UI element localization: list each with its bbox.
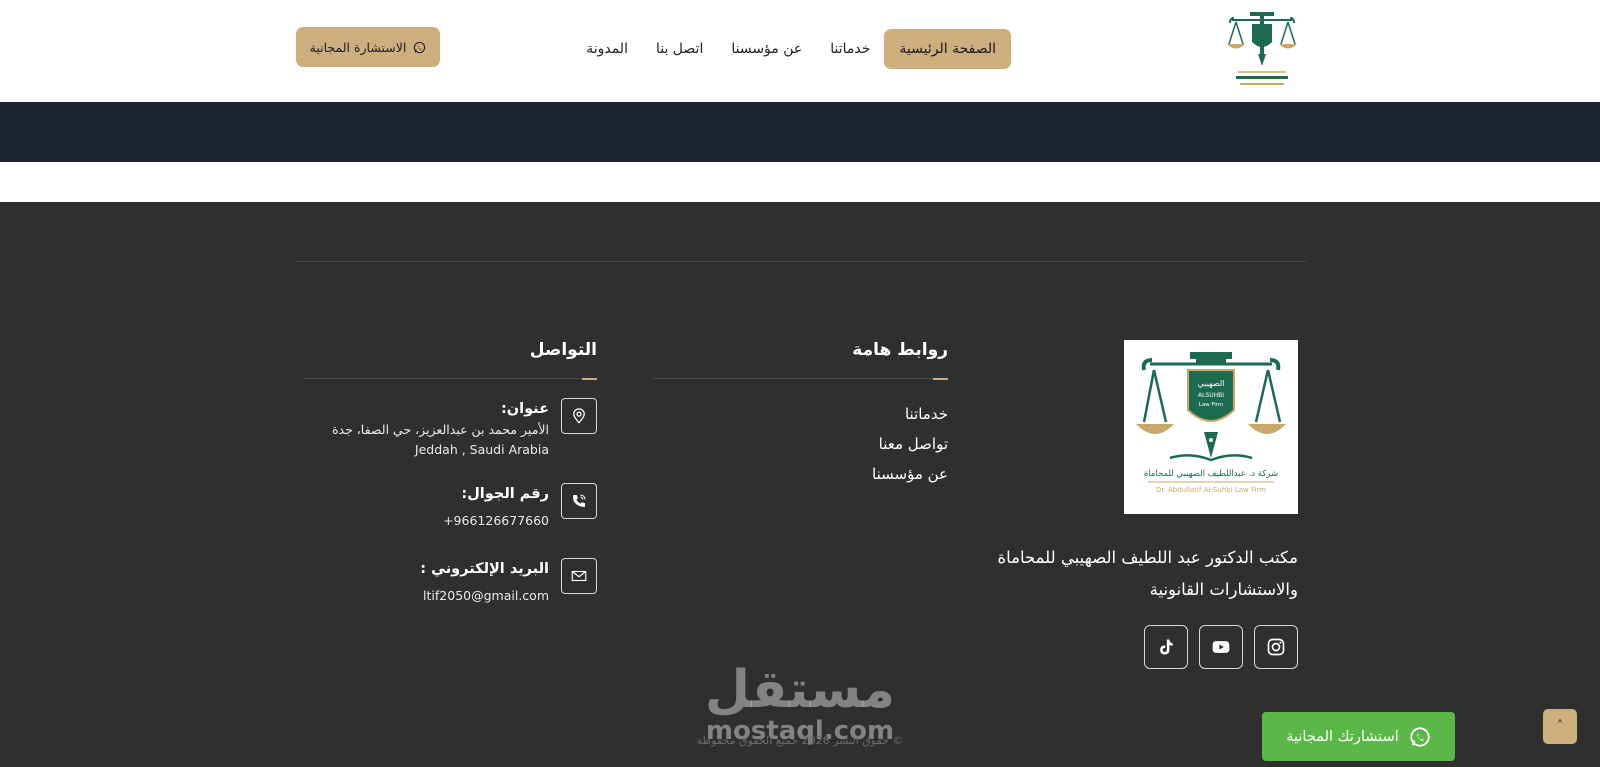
links-divider (653, 378, 948, 379)
site-logo[interactable] (1226, 10, 1298, 90)
contact-divider (303, 378, 597, 379)
contact-address: عنوان: الأمير محمد بن عبدالعزيز، حي الصف… (332, 398, 597, 460)
link-contact-us[interactable]: تواصل معنا (872, 429, 948, 459)
mostaql-watermark: مستقل mostaql.com (700, 662, 900, 744)
instagram-icon (1267, 638, 1285, 656)
email-value[interactable]: ltif2050@gmail.com (420, 586, 549, 606)
important-links: خدماتنا تواصل معنا عن مؤسسنا (872, 399, 948, 489)
watermark-ar: مستقل (704, 660, 896, 720)
phone-value[interactable]: +966126677660 (443, 511, 549, 531)
contact-title: التواصل (529, 340, 597, 360)
nav-about-founder[interactable]: عن مؤسسنا (717, 29, 816, 69)
brand-description: مكتب الدكتور عبد اللطيف الصهيبي للمحاماة… (997, 548, 1298, 599)
location-icon (561, 398, 597, 434)
chevron-up-icon: ˄ (1556, 719, 1564, 734)
contact-email: البريد الإلكتروني : ltif2050@gmail.com (420, 558, 597, 606)
tiktok-link[interactable] (1144, 625, 1188, 669)
nav-blog[interactable]: المدونة (572, 29, 642, 69)
logo-en-badge2: Law Firm (1199, 402, 1224, 408)
contact-accent (582, 378, 597, 380)
youtube-icon (1212, 641, 1230, 653)
whatsapp-consultation-button[interactable]: استشارتك المجانية (1262, 712, 1455, 761)
link-services[interactable]: خدماتنا (872, 399, 948, 429)
email-label: البريد الإلكتروني : (420, 561, 549, 577)
phone-icon (561, 483, 597, 519)
nav-contact[interactable]: اتصل بنا (642, 29, 717, 69)
whatsapp-icon (414, 41, 426, 53)
footer-top-divider (295, 261, 1306, 262)
content-spacer (0, 162, 1600, 202)
page-banner (0, 102, 1600, 162)
site-header: الصفحة الرئيسية خدماتنا عن مؤسسنا اتصل ب… (0, 0, 1600, 102)
footer-logo: الصهيبي ALSUHBI Law Firm شركة د. عبداللط… (1124, 340, 1298, 514)
address-line2: Jeddah , Saudi Arabia (414, 442, 549, 457)
instagram-link[interactable] (1254, 625, 1298, 669)
contact-phone: رقم الجوال: +966126677660 (443, 483, 597, 531)
logo-en-name: Dr. Abdullatif Al-Suhbi Law Firm (1156, 486, 1266, 494)
youtube-link[interactable] (1199, 625, 1243, 669)
nav-services[interactable]: خدماتنا (816, 29, 884, 69)
free-consultation-button[interactable]: الاستشارة المجانية (296, 27, 440, 67)
address-line1: الأمير محمد بن عبدالعزيز، حي الصفا، جدة (331, 422, 549, 437)
whatsapp-consultation-label: استشارتك المجانية (1286, 728, 1399, 745)
links-accent (933, 378, 948, 380)
link-about-founder[interactable]: عن مؤسسنا (872, 459, 948, 489)
nav-home[interactable]: الصفحة الرئيسية (884, 29, 1011, 69)
whatsapp-icon (1410, 726, 1430, 747)
links-title: روابط هامة (852, 340, 948, 360)
mail-icon (561, 558, 597, 594)
site-footer: الصهيبي ALSUHBI Law Firm شركة د. عبداللط… (0, 202, 1600, 767)
social-links (1144, 625, 1298, 669)
logo-ar-top: الصهيبي (1198, 379, 1225, 388)
logo-ar-name: شركة د. عبداللطيف الصهيبي للمحاماة (1144, 469, 1278, 479)
main-nav: الصفحة الرئيسية خدماتنا عن مؤسسنا اتصل ب… (572, 29, 1011, 69)
free-consultation-label: الاستشارة المجانية (309, 39, 407, 55)
phone-label: رقم الجوال: (461, 486, 549, 502)
address-label: عنوان: (500, 401, 549, 417)
logo-en-badge: ALSUHBI (1198, 392, 1224, 399)
back-to-top-button[interactable]: ˄ (1543, 709, 1577, 744)
tiktok-icon (1160, 639, 1173, 655)
